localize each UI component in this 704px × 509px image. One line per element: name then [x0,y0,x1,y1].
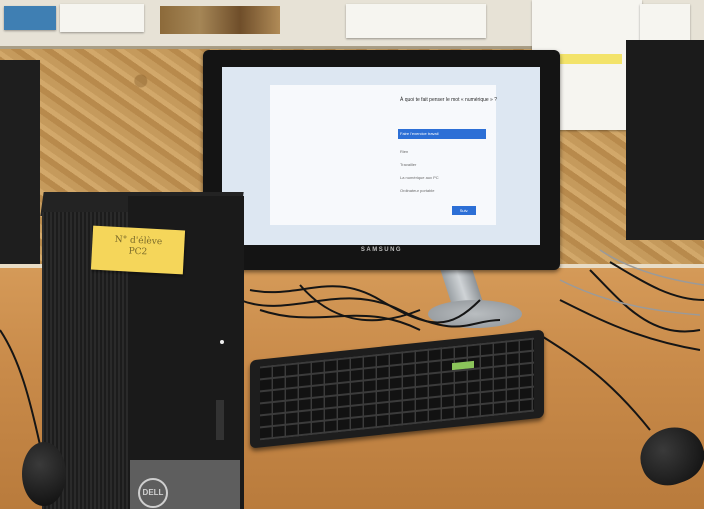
power-button[interactable] [220,340,224,344]
usb-ports[interactable] [216,400,224,440]
mouse-left[interactable] [22,442,66,506]
sticky-note: N° d'élève PC2 [90,225,186,275]
dell-logo: DELL [138,478,168,508]
